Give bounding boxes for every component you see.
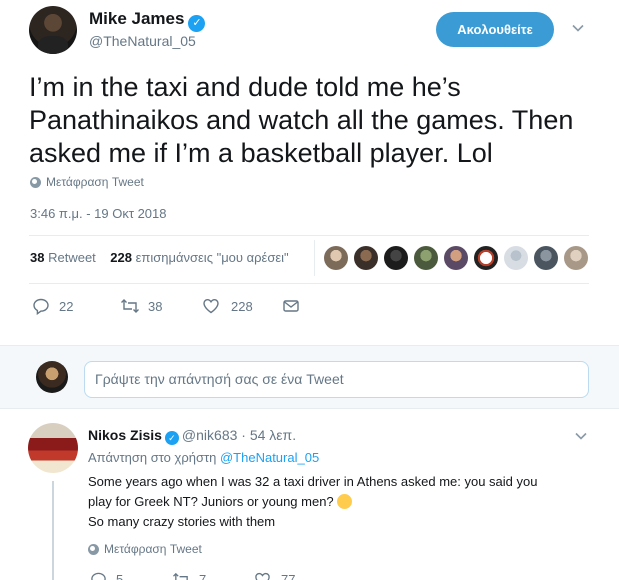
reply-text: Some years ago when I was 32 a taxi driv…: [88, 472, 588, 532]
author-name[interactable]: Mike James: [89, 9, 184, 28]
liker-avatar[interactable]: [354, 246, 378, 270]
globe-icon: [88, 543, 99, 555]
globe-icon: [30, 176, 41, 188]
direct-message-action[interactable]: [282, 298, 300, 314]
translate-tweet-link[interactable]: Μετάφραση Tweet: [30, 175, 144, 189]
liker-avatar[interactable]: [474, 246, 498, 270]
reply-author-handle[interactable]: @nik683: [182, 427, 237, 443]
liker-avatar[interactable]: [534, 246, 558, 270]
reply-icon: [33, 298, 49, 315]
liker-avatars: [324, 246, 588, 270]
retweet-action[interactable]: 38: [120, 297, 202, 315]
chevron-down-icon[interactable]: [572, 22, 584, 34]
divider: [29, 283, 589, 284]
reply-time[interactable]: 54 λεπ.: [250, 427, 296, 443]
reply-translate-link[interactable]: Μετάφραση Tweet: [88, 542, 202, 556]
stats-divider: [314, 240, 315, 276]
retweet-icon: [173, 572, 188, 580]
liker-avatar[interactable]: [384, 246, 408, 270]
tweet-actions: 22 38 228: [32, 297, 300, 315]
reply-action[interactable]: 22: [32, 297, 120, 315]
reply-count: 22: [59, 298, 74, 314]
reply-icon: [91, 572, 106, 580]
translate-tweet-label: Μετάφραση Tweet: [104, 542, 202, 556]
like-action[interactable]: 228: [202, 297, 282, 315]
replying-to: Απάντηση στο χρήστη @TheNatural_05: [88, 450, 319, 465]
reply-retweet-action[interactable]: 7: [172, 571, 254, 580]
replying-to-mention[interactable]: @TheNatural_05: [220, 450, 319, 465]
reply-like-action[interactable]: 77: [254, 571, 295, 580]
reply-author-avatar[interactable]: [28, 423, 78, 473]
reply-retweet-count: 7: [199, 572, 207, 580]
like-stat[interactable]: 228 επισημάνσεις "μου αρέσει": [110, 250, 288, 265]
reply-text-line: So many crazy stories with them: [88, 514, 276, 529]
envelope-icon: [283, 300, 299, 312]
replying-to-label: Απάντηση στο χρήστη: [88, 450, 217, 465]
liker-avatar[interactable]: [564, 246, 588, 270]
reply-reply-action[interactable]: 5: [90, 571, 172, 580]
author-handle[interactable]: @TheNatural_05: [89, 33, 196, 49]
reply-text-line: Some years ago when I was 32 a taxi driv…: [88, 474, 538, 489]
liker-avatar[interactable]: [444, 246, 468, 270]
heart-icon: [203, 298, 219, 314]
liker-avatar[interactable]: [324, 246, 348, 270]
following-button[interactable]: Ακολουθείτε: [436, 12, 554, 47]
reply-actions: 5 7 77: [90, 571, 295, 580]
divider: [29, 235, 589, 236]
reply-input[interactable]: Γράψτε την απάντησή σας σε ένα Tweet: [84, 361, 589, 398]
main-tweet: Mike James ✓ @TheNatural_05 Ακολουθείτε I…: [0, 0, 619, 345]
retweet-icon: [121, 299, 139, 313]
retweet-stat[interactable]: 38 Retweet: [30, 250, 96, 265]
liker-avatar[interactable]: [504, 246, 528, 270]
verified-badge-icon: ✓: [164, 431, 179, 445]
tweet-timestamp[interactable]: 3:46 π.μ. - 19 Οκτ 2018: [30, 206, 167, 221]
reply-tweet[interactable]: Nikos Zisis ✓ @nik683 · 54 λεπ. Απάντηση σ…: [0, 409, 619, 580]
translate-tweet-label: Μετάφραση Tweet: [46, 175, 144, 189]
heart-icon: [255, 572, 270, 580]
reply-like-count: 77: [281, 572, 296, 580]
reply-reply-count: 5: [116, 572, 124, 580]
reply-text-line-with-emoji: play for Greek NT? Juniors or young men?: [88, 492, 588, 512]
laughing-emoji-icon: [337, 494, 353, 509]
reply-composer: Γράψτε την απάντησή σας σε ένα Tweet: [0, 345, 619, 409]
chevron-down-icon[interactable]: [575, 430, 587, 442]
tweet-text: I’m in the taxi and dude told me he’s Pa…: [29, 72, 574, 168]
reply-author-name[interactable]: Nikos Zisis: [88, 427, 162, 443]
retweet-count: 38: [148, 298, 163, 314]
liker-avatar[interactable]: [414, 246, 438, 270]
verified-badge-icon: ✓: [188, 15, 206, 32]
thread-line: [52, 481, 54, 580]
tweet-stats: 38 Retweet 228 επισημάνσεις "μου αρέσει": [30, 250, 289, 265]
like-count: 228: [231, 298, 253, 314]
author-avatar[interactable]: [29, 6, 77, 54]
reply-header: Nikos Zisis ✓ @nik683 · 54 λεπ.: [88, 427, 297, 445]
current-user-avatar: [36, 361, 68, 393]
author-name-row[interactable]: Mike James ✓: [89, 9, 206, 32]
